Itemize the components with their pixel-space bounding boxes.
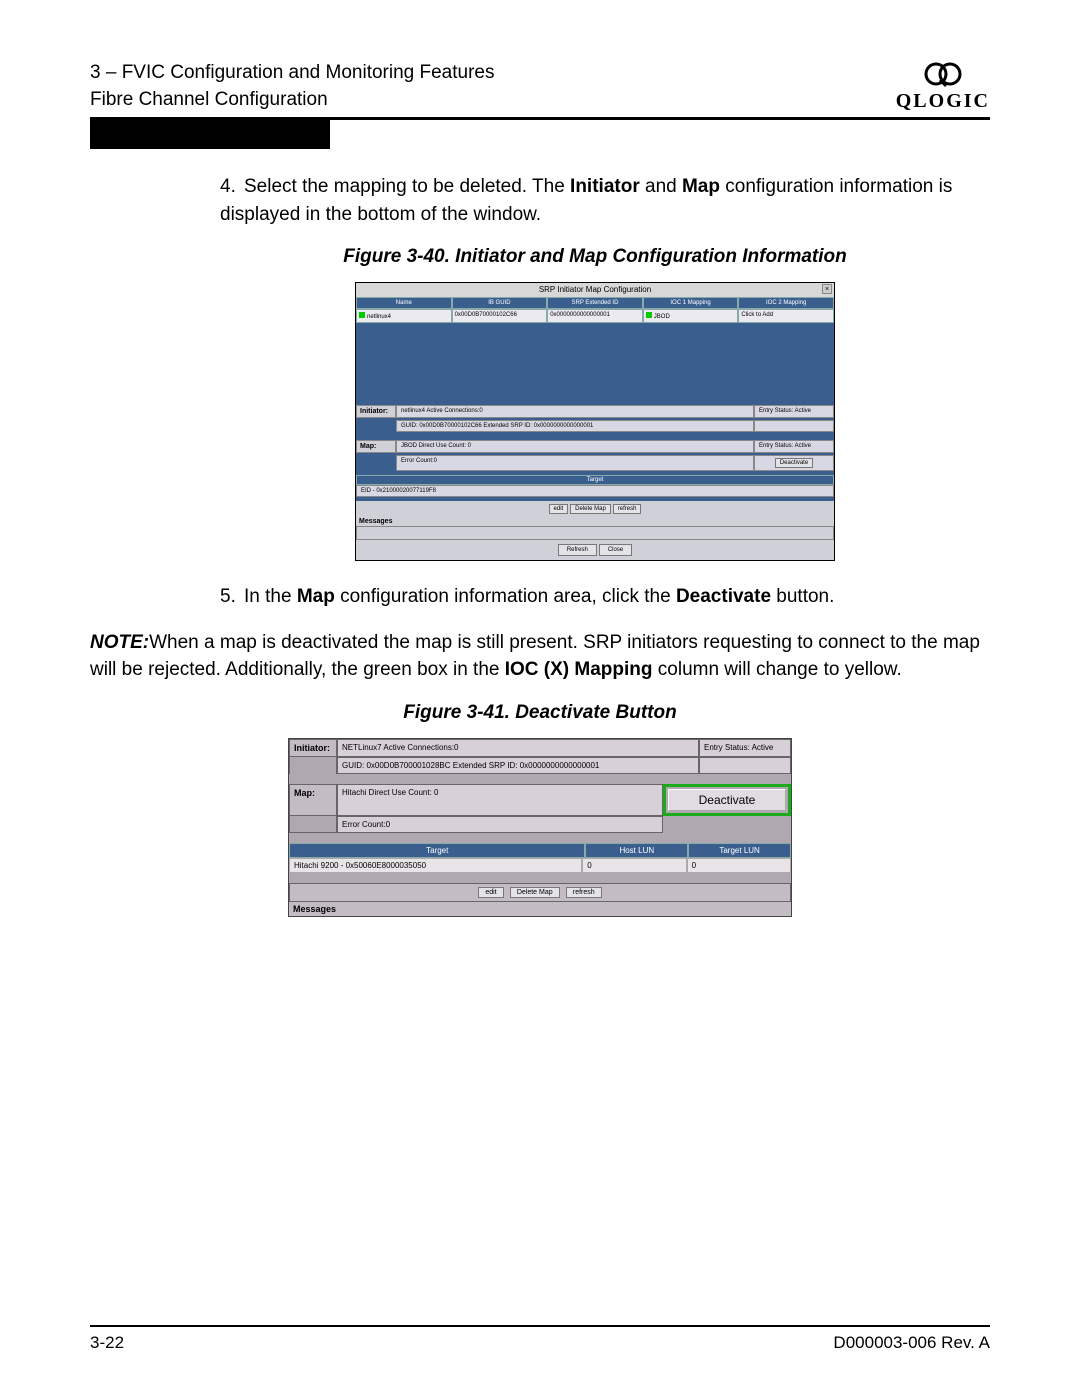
col-name: Name — [356, 297, 452, 309]
brand-name: QLOGIC — [896, 90, 990, 113]
doc-revision: D000003-006 Rev. A — [833, 1333, 990, 1353]
deactivate-button[interactable]: Deactivate — [775, 458, 813, 468]
target-header: Target — [356, 475, 834, 485]
eid-row: EID - 0x21000020077119F8 — [356, 485, 834, 497]
subsection-title: Fibre Channel Configuration — [90, 87, 495, 114]
entry-status: Entry Status: Active — [699, 739, 791, 757]
initiator-info: netlinux4 Active Connections:0 — [396, 405, 754, 418]
section-title: 3 – FVIC Configuration and Monitoring Fe… — [90, 60, 495, 87]
brand-logo: QLOGIC — [896, 60, 990, 113]
figure-3-41: Initiator: NETLinux7 Active Connections:… — [288, 738, 792, 917]
initiator-guid: GUID: 0x00D0B70000102C66 Extended SRP ID… — [396, 420, 754, 432]
step-4: 4.Select the mapping to be deleted. The … — [220, 173, 970, 228]
initiator-label: Initiator: — [289, 739, 337, 757]
col-srpid: SRP Extended ID — [547, 297, 643, 309]
col-ioc2: IOC 2 Mapping — [738, 297, 834, 309]
step-5: 5.In the Map configuration information a… — [220, 583, 970, 611]
map-label: Map: — [356, 440, 396, 453]
messages-label: Messages — [356, 517, 834, 526]
error-count: Error Count:0 — [337, 816, 663, 833]
close-icon[interactable]: × — [822, 284, 832, 294]
figure-3-40-caption: Figure 3-40. Initiator and Map Configura… — [220, 246, 970, 268]
map-info: Hitachi Direct Use Count: 0 — [337, 784, 663, 816]
figure-3-40: SRP Initiator Map Configuration × Name I… — [355, 282, 835, 561]
delete-map-button[interactable]: Delete Map — [510, 887, 560, 898]
deactivate-highlight: Deactivate — [663, 784, 791, 816]
col-target-lun: Target LUN — [688, 843, 791, 858]
status-dot-icon — [359, 312, 365, 318]
note-block: NOTE:When a map is deactivated the map i… — [0, 629, 990, 684]
figure-3-41-caption: Figure 3-41. Deactivate Button — [90, 702, 990, 724]
table-row[interactable]: Hitachi 9200 - 0x50060E8000035050 0 0 — [289, 858, 791, 873]
messages-area — [356, 526, 834, 540]
delete-map-button[interactable]: Delete Map — [570, 504, 611, 514]
entry-status: Entry Status: Active — [754, 405, 834, 418]
refresh-button[interactable]: Refresh — [558, 544, 597, 556]
initiator-guid: GUID: 0x00D0B700001028BC Extended SRP ID… — [337, 757, 699, 774]
window-titlebar: SRP Initiator Map Configuration × — [356, 283, 834, 297]
page-header: 3 – FVIC Configuration and Monitoring Fe… — [90, 60, 495, 113]
map-label: Map: — [289, 784, 337, 816]
edit-button[interactable]: edit — [478, 887, 503, 898]
entry-status: Entry Status: Active — [754, 440, 834, 453]
table-row[interactable]: netlinux4 0x00D0B70000102C66 0x000000000… — [356, 309, 834, 323]
col-host-lun: Host LUN — [585, 843, 688, 858]
col-ioc1: IOC 1 Mapping — [643, 297, 739, 309]
initiator-label: Initiator: — [356, 405, 396, 418]
map-info: JBOD Direct Use Count: 0 — [396, 440, 754, 453]
black-bar — [90, 119, 330, 149]
edit-button[interactable]: edit — [549, 504, 569, 514]
refresh-small-button[interactable]: refresh — [613, 504, 642, 514]
refresh-button[interactable]: refresh — [566, 887, 602, 898]
status-dot-icon — [646, 312, 652, 318]
col-target: Target — [289, 843, 585, 858]
initiator-info: NETLinux7 Active Connections:0 — [337, 739, 699, 757]
deactivate-button[interactable]: Deactivate — [668, 789, 786, 811]
close-button[interactable]: Close — [599, 544, 632, 556]
col-ibguid: IB GUID — [452, 297, 548, 309]
page-number: 3-22 — [90, 1333, 124, 1353]
error-count: Error Count:0 — [396, 455, 754, 471]
messages-label: Messages — [289, 902, 791, 916]
